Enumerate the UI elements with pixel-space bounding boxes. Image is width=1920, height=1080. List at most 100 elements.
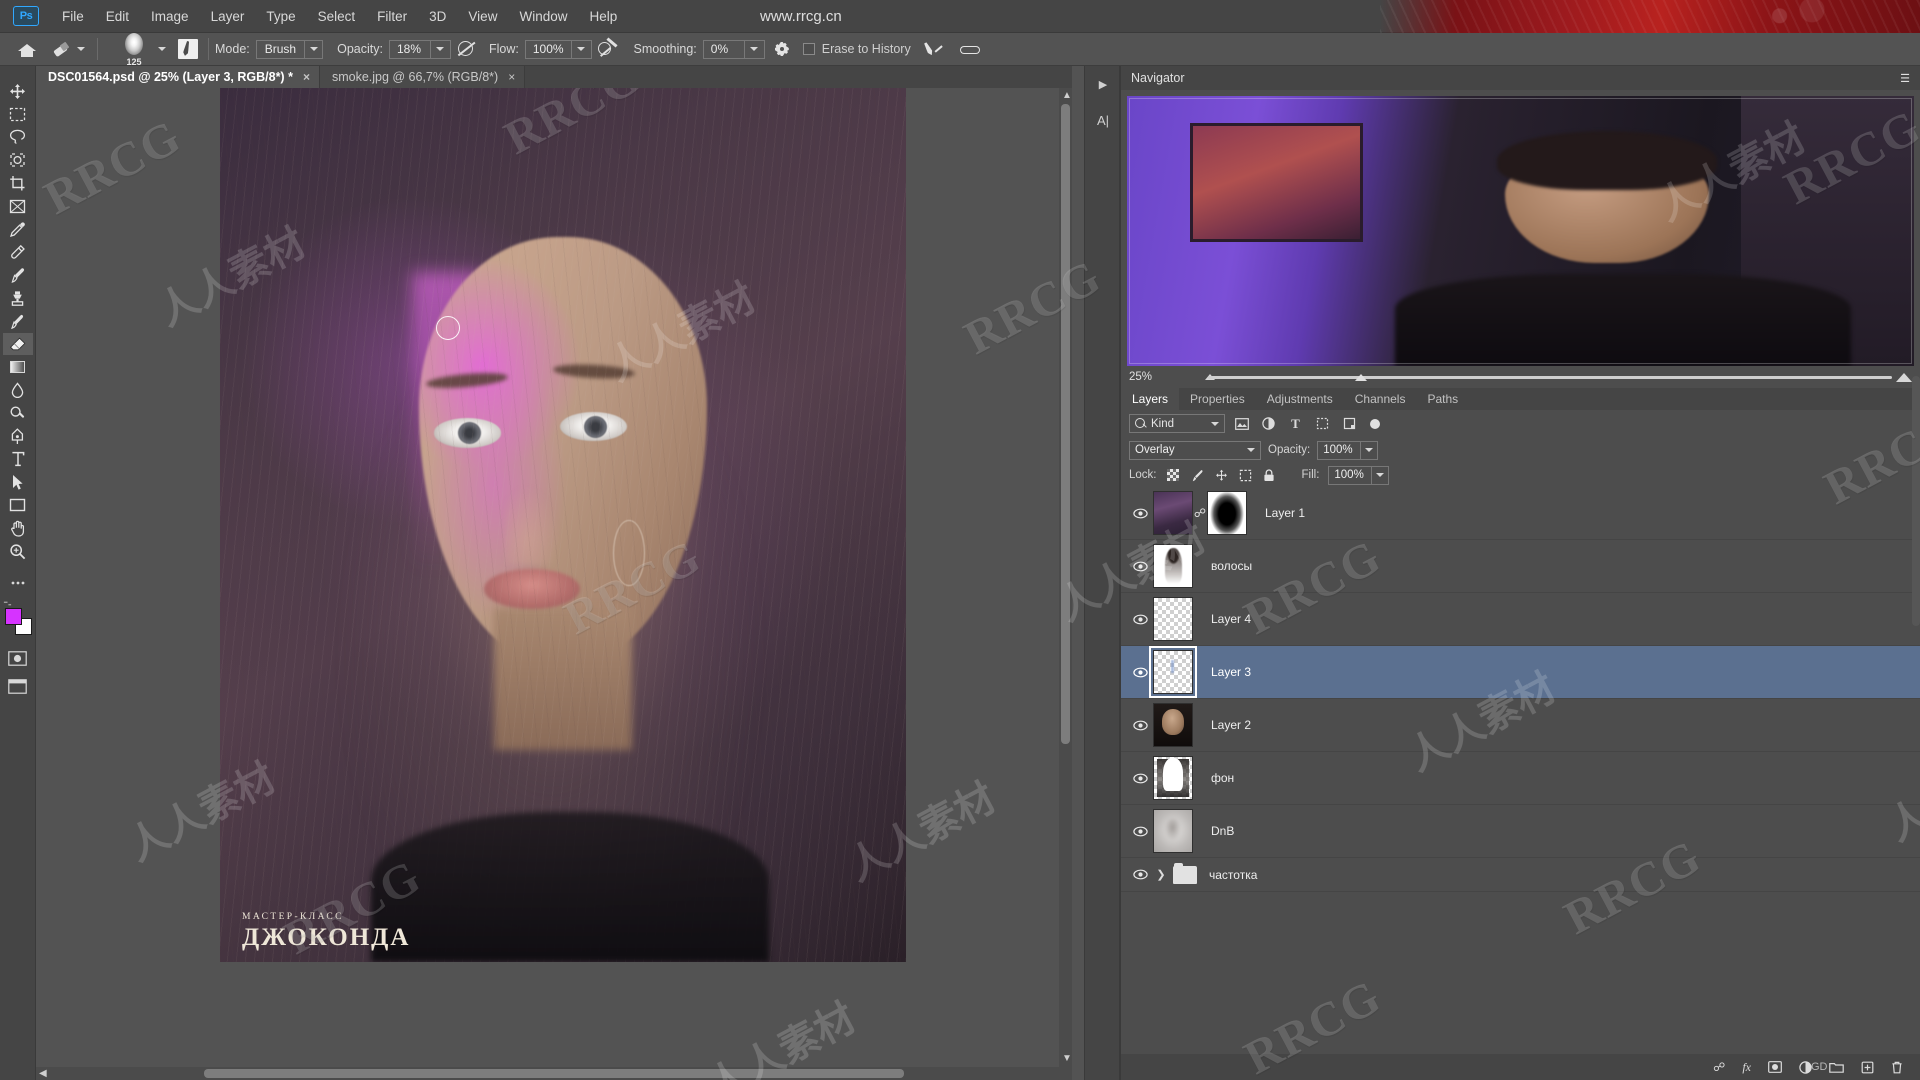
layer-thumbnail[interactable] xyxy=(1153,544,1193,588)
menu-image[interactable]: Image xyxy=(140,5,200,28)
tool-crop-tool[interactable] xyxy=(3,172,33,194)
table-row[interactable]: ❯ частотка xyxy=(1121,858,1920,892)
add-layer-mask-icon[interactable] xyxy=(1768,1059,1782,1075)
smoothing-field[interactable]: 0% xyxy=(702,39,765,59)
expand-panels-icon[interactable]: ▶ xyxy=(1085,66,1121,102)
tablet-pressure-icon[interactable] xyxy=(923,39,945,59)
lock-all-icon[interactable] xyxy=(1262,468,1277,483)
link-layers-icon[interactable]: ☍ xyxy=(1713,1059,1725,1075)
layer-name[interactable]: Layer 2 xyxy=(1211,718,1251,732)
tab-smoke-jpg[interactable]: smoke.jpg @ 66,7% (RGB/8*) × xyxy=(319,66,526,88)
layer-kind-filter[interactable]: Kind xyxy=(1129,414,1225,433)
add-layer-style-icon[interactable]: fx xyxy=(1742,1059,1751,1075)
smart-object-filter-icon[interactable] xyxy=(1339,414,1360,433)
layer-visibility-toggle[interactable] xyxy=(1127,667,1153,678)
character-panel-icon[interactable]: A| xyxy=(1085,102,1121,138)
table-row[interactable]: DnB xyxy=(1121,805,1920,858)
zoom-in-icon[interactable] xyxy=(1896,372,1912,382)
tool-lasso-tool[interactable] xyxy=(3,126,33,148)
layer-visibility-toggle[interactable] xyxy=(1127,869,1153,880)
navigator-zoom-slider[interactable] xyxy=(1160,370,1912,384)
zoom-slider-knob[interactable] xyxy=(1355,373,1368,381)
table-row[interactable]: Layer 2 xyxy=(1121,699,1920,752)
tab-layers[interactable]: Layers xyxy=(1121,388,1180,410)
tab-adjustments[interactable]: Adjustments xyxy=(1256,388,1344,410)
navigator-zoom-value[interactable]: 25% xyxy=(1129,371,1152,383)
gear-icon[interactable] xyxy=(773,40,791,58)
tool-zoom-tool[interactable] xyxy=(3,540,33,562)
brush-panel-icon[interactable] xyxy=(178,39,198,59)
tool-eraser-tool[interactable] xyxy=(2,333,33,355)
delete-layer-icon[interactable] xyxy=(1891,1059,1903,1075)
menu-window[interactable]: Window xyxy=(508,5,578,28)
menu-filter[interactable]: Filter xyxy=(366,5,418,28)
menu-file[interactable]: File xyxy=(51,5,95,28)
table-row[interactable]: фон xyxy=(1121,752,1920,805)
artboard-image[interactable]: МАСТЕР-КЛАСС ДЖОКОНДА xyxy=(220,88,906,962)
layer-opacity-field[interactable]: 100% xyxy=(1317,440,1379,460)
layer-name[interactable]: Layer 1 xyxy=(1265,506,1305,520)
table-row[interactable]: ☍ Layer 1 xyxy=(1121,487,1920,540)
table-row[interactable]: Layer 3 xyxy=(1121,646,1920,699)
tab-paths[interactable]: Paths xyxy=(1416,388,1469,410)
lock-position-icon[interactable] xyxy=(1214,468,1229,483)
brush-preset-picker[interactable]: 125 xyxy=(114,32,154,67)
tab-properties[interactable]: Properties xyxy=(1179,388,1256,410)
layer-visibility-toggle[interactable] xyxy=(1127,720,1153,731)
erase-to-history-checkbox[interactable]: Erase to History xyxy=(799,42,911,56)
chevron-right-icon[interactable]: ❯ xyxy=(1155,868,1167,881)
menu-type[interactable]: Type xyxy=(255,5,306,28)
layer-visibility-toggle[interactable] xyxy=(1127,561,1153,572)
pressure-opacity-icon[interactable] xyxy=(456,39,478,59)
tool-brush-tool[interactable] xyxy=(3,264,33,286)
layers-panel-scrollbar[interactable] xyxy=(1912,376,1920,626)
tool-frame-tool[interactable] xyxy=(3,195,33,217)
navigator-body[interactable] xyxy=(1121,90,1920,366)
airbrush-icon[interactable] xyxy=(597,37,621,59)
layer-visibility-toggle[interactable] xyxy=(1127,614,1153,625)
tool-blur-tool[interactable] xyxy=(3,379,33,401)
reset-colors-icon[interactable] xyxy=(3,599,12,608)
tool-dodge-tool[interactable] xyxy=(3,402,33,424)
layer-name[interactable]: DnB xyxy=(1211,824,1234,838)
layer-name[interactable]: волосы xyxy=(1211,559,1252,573)
layer-thumbnail[interactable] xyxy=(1153,809,1193,853)
layer-mask-thumbnail[interactable] xyxy=(1207,491,1247,535)
chevron-down-icon[interactable] xyxy=(158,47,166,51)
opacity-field[interactable]: 18% xyxy=(388,39,451,59)
layer-visibility-toggle[interactable] xyxy=(1127,773,1153,784)
adjustment-filter-icon[interactable] xyxy=(1258,414,1279,433)
table-row[interactable]: волосы xyxy=(1121,540,1920,593)
tool-move-tool[interactable] xyxy=(3,80,33,102)
tool-preset-picker[interactable] xyxy=(52,40,85,58)
mask-link-icon[interactable]: ☍ xyxy=(1193,506,1207,520)
document-canvas-area[interactable]: МАСТЕР-КЛАСС ДЖОКОНДА ▲ ▼ ◀ xyxy=(36,88,1072,1080)
tool-gradient-tool[interactable] xyxy=(3,356,33,378)
layer-visibility-toggle[interactable] xyxy=(1127,508,1153,519)
symmetry-icon[interactable] xyxy=(959,39,981,59)
menu-select[interactable]: Select xyxy=(307,5,367,28)
navigator-view-box[interactable] xyxy=(1129,98,1912,364)
lock-transparent-pixels-icon[interactable] xyxy=(1166,468,1181,483)
home-icon[interactable] xyxy=(18,41,36,57)
layer-thumbnail[interactable] xyxy=(1153,756,1193,800)
layer-thumbnail[interactable] xyxy=(1153,703,1193,747)
tool-edit-toolbar-button[interactable] xyxy=(3,572,33,594)
lock-artboard-nesting-icon[interactable] xyxy=(1238,468,1253,483)
tab-channels[interactable]: Channels xyxy=(1344,388,1417,410)
new-group-icon[interactable] xyxy=(1829,1059,1844,1075)
layer-name[interactable]: Layer 3 xyxy=(1211,665,1251,679)
menu-layer[interactable]: Layer xyxy=(200,5,256,28)
screen-mode-icon[interactable] xyxy=(7,677,29,695)
menu-help[interactable]: Help xyxy=(578,5,628,28)
pixel-filter-icon[interactable] xyxy=(1231,414,1252,433)
shape-filter-icon[interactable] xyxy=(1312,414,1333,433)
close-icon[interactable]: × xyxy=(508,70,515,84)
blend-mode-dropdown[interactable]: Overlay xyxy=(1129,440,1261,460)
tool-hand-tool[interactable] xyxy=(3,517,33,539)
flow-field[interactable]: 100% xyxy=(524,39,592,59)
tool-object-selection-tool[interactable] xyxy=(3,149,33,171)
layer-name[interactable]: частотка xyxy=(1209,868,1257,882)
tool-history-brush-tool[interactable] xyxy=(3,310,33,332)
tool-path-selection-tool[interactable] xyxy=(3,471,33,493)
